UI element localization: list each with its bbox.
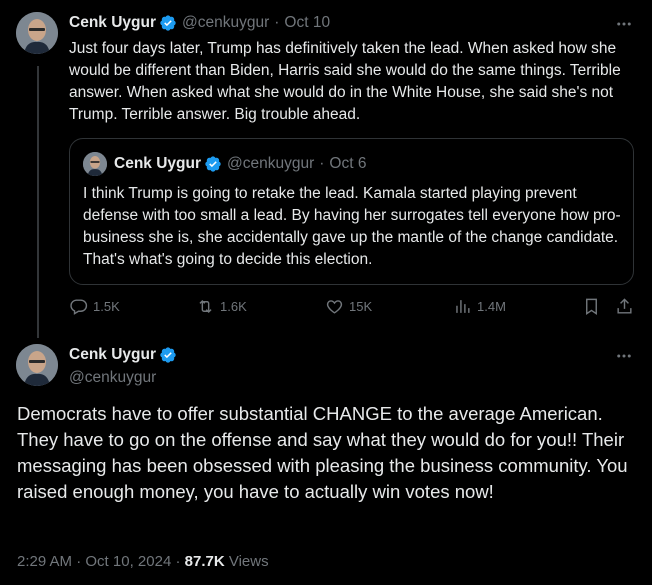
main-handle-row: @cenkuygur: [69, 369, 156, 387]
separator: ·: [175, 553, 181, 570]
bookmark-button[interactable]: [582, 297, 606, 316]
reply-button[interactable]: 1.5K: [69, 297, 120, 316]
quoted-author-name: Cenk Uygur: [114, 155, 201, 172]
like-button[interactable]: 15K: [325, 297, 372, 316]
separator: ·: [76, 553, 82, 570]
tweet-actions: 1.5K 1.6K 15K 1.4M: [69, 297, 634, 321]
share-button[interactable]: [615, 297, 639, 316]
author-handle[interactable]: @cenkuygur: [182, 14, 269, 32]
author-name[interactable]: Cenk Uygur: [69, 346, 156, 364]
views-icon: [456, 300, 470, 313]
like-count: 15K: [349, 299, 373, 314]
views-button[interactable]: 1.4M: [453, 297, 506, 316]
like-icon: [326, 300, 343, 314]
quoted-tweet-text: I think Trump is going to retake the lea…: [83, 185, 621, 268]
separator: ·: [319, 155, 325, 172]
quoted-tweet[interactable]: Cenk Uygur @cenkuygur · Oct 6 I think Tr…: [69, 138, 634, 285]
repost-count: 1.6K: [220, 299, 247, 314]
verified-icon: [160, 15, 176, 31]
parent-tweet-header: Cenk Uygur @cenkuygur · Oct 10: [69, 14, 330, 32]
more-options-button[interactable]: [614, 346, 634, 366]
more-icon: [617, 354, 631, 358]
avatar[interactable]: [16, 12, 58, 54]
share-icon: [617, 298, 632, 314]
quoted-tweet-date: Oct 6: [329, 155, 367, 172]
repost-icon: [199, 299, 212, 314]
views-count: 1.4M: [477, 299, 506, 314]
reply-count: 1.5K: [93, 299, 120, 314]
tweet-meta: 2:29 AM · Oct 10, 2024 · 87.7K Views: [17, 553, 269, 570]
tweet-date[interactable]: Oct 10: [284, 14, 330, 32]
author-name[interactable]: Cenk Uygur: [69, 14, 156, 32]
thread-line: [37, 66, 39, 338]
views-count: 87.7K: [184, 553, 225, 570]
separator: ·: [274, 14, 280, 31]
more-options-button[interactable]: [614, 14, 634, 34]
quoted-author-handle: @cenkuygur: [227, 155, 315, 172]
tweet-time[interactable]: 2:29 AM: [17, 553, 72, 570]
main-tweet-text: Democrats have to offer substantial CHAN…: [17, 403, 628, 502]
author-handle[interactable]: @cenkuygur: [69, 369, 156, 387]
tweet-text: Just four days later, Trump has definiti…: [69, 40, 621, 123]
quoted-avatar: [83, 152, 107, 176]
views-label: Views: [228, 553, 269, 570]
repost-button[interactable]: 1.6K: [196, 297, 247, 316]
quoted-tweet-header: Cenk Uygur @cenkuygur · Oct 6: [114, 155, 366, 173]
reply-icon: [70, 299, 88, 315]
main-tweet-header: Cenk Uygur: [69, 346, 177, 364]
bookmark-icon: [586, 298, 597, 315]
more-icon: [617, 22, 631, 26]
verified-icon: [160, 347, 176, 363]
avatar[interactable]: [16, 344, 58, 386]
tweet-full-date[interactable]: Oct 10, 2024: [85, 553, 171, 570]
verified-icon: [205, 156, 221, 172]
